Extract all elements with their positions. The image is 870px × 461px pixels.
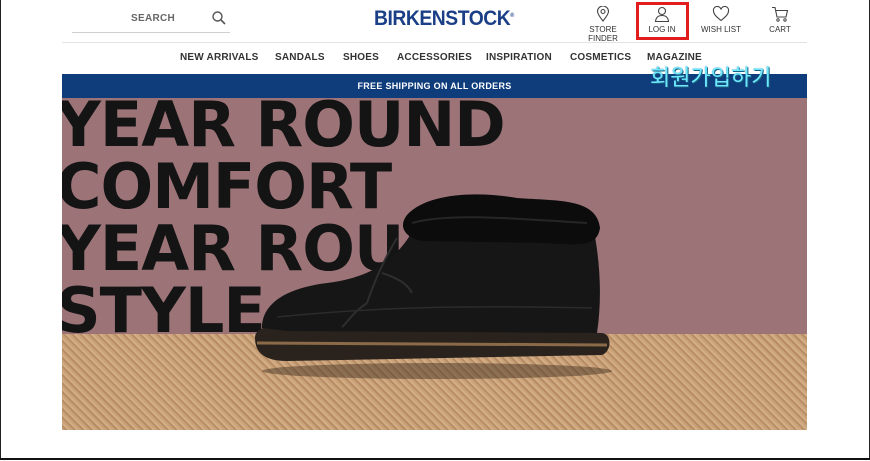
black-boot-image (255, 194, 612, 379)
nav-sandals[interactable]: SANDALS (275, 52, 325, 63)
search-label: SEARCH (131, 13, 176, 24)
nav-accessories[interactable]: ACCESSORIES (397, 52, 472, 63)
store-finder-link[interactable]: STORE FINDER (574, 6, 632, 43)
heart-icon (712, 6, 730, 22)
cart-icon (772, 6, 789, 22)
logo-registered-mark: ® (510, 13, 514, 19)
header-divider (62, 42, 807, 43)
nav-inspiration[interactable]: INSPIRATION (486, 52, 552, 63)
nav-new-arrivals[interactable]: NEW ARRIVALS (180, 52, 259, 63)
location-pin-icon (596, 6, 610, 22)
nav-cosmetics[interactable]: COSMETICS (570, 52, 631, 63)
wish-list-link[interactable]: WISH LIST (698, 6, 744, 34)
search-icon[interactable] (211, 10, 227, 26)
cart-label: CART (769, 25, 791, 34)
bottom-border (0, 458, 870, 460)
logo-text: BIRKENSTOCK (374, 7, 511, 30)
shipping-banner-text: FREE SHIPPING ON ALL ORDERS (357, 81, 512, 91)
brand-logo[interactable]: BIRKENSTOCK® (374, 7, 514, 31)
signup-annotation: 회원가입하기 (650, 65, 772, 90)
nav-shoes[interactable]: SHOES (343, 52, 379, 63)
search-input[interactable]: SEARCH (72, 8, 230, 33)
login-highlight-box (636, 2, 689, 40)
hero-banner[interactable]: YEAR ROUND COMFORT YEAR ROUND STYLE (62, 98, 807, 430)
wish-list-label: WISH LIST (700, 25, 741, 34)
cart-link[interactable]: CART (762, 6, 798, 34)
hero-line-1: YEAR ROUND (62, 98, 506, 161)
store-finder-label: STORE FINDER (588, 25, 618, 43)
